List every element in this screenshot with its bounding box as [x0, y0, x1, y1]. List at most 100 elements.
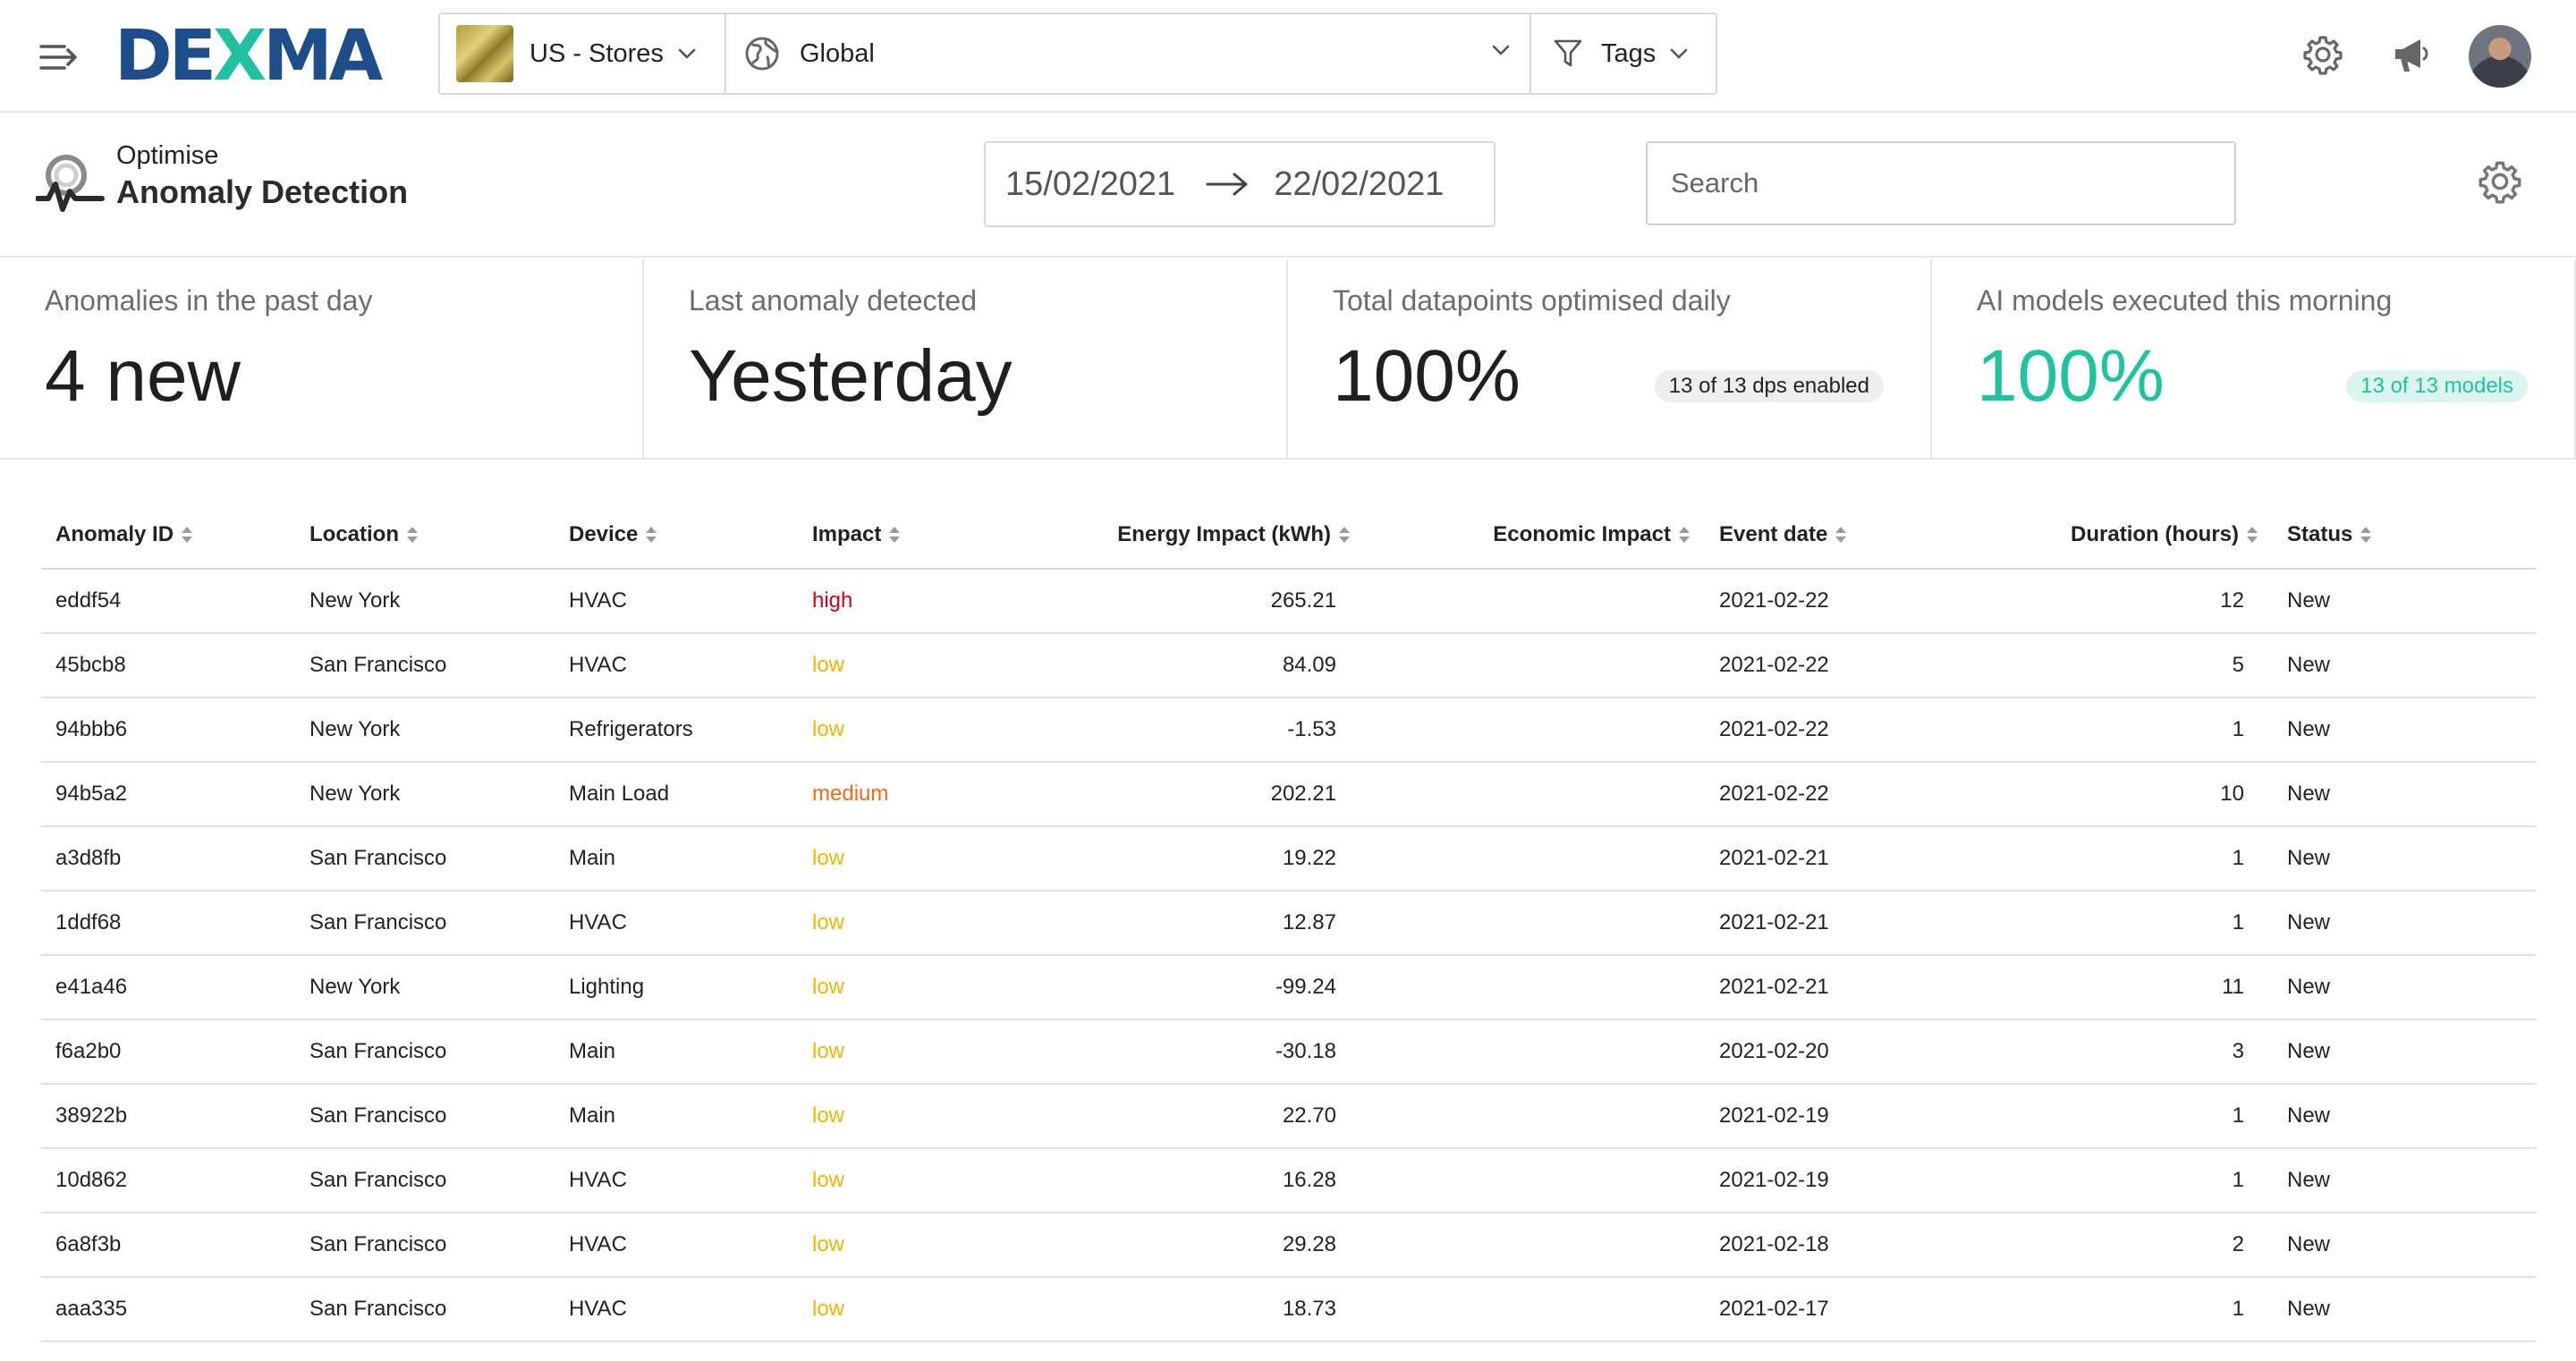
- cell-status: New: [2273, 569, 2537, 634]
- cell-economic-impact: [1365, 762, 1705, 827]
- cell-status: New: [2273, 762, 2537, 827]
- column-header-label: Event date: [1719, 521, 1828, 546]
- cell-status: New: [2273, 1277, 2537, 1342]
- cell-device: Main: [555, 826, 798, 892]
- chevron-down-icon: [678, 48, 696, 59]
- cell-impact: low: [798, 1084, 1066, 1149]
- cell-duration: 10: [2020, 762, 2273, 827]
- organization-dropdown[interactable]: US - Stores: [440, 14, 726, 93]
- cell-location: San Francisco: [295, 891, 555, 956]
- user-avatar[interactable]: [2469, 25, 2531, 88]
- sort-icon[interactable]: [2360, 525, 2372, 545]
- cell-status: New: [2273, 1019, 2537, 1085]
- gear-icon[interactable]: [2478, 159, 2522, 204]
- cell-economic-impact: [1365, 955, 1705, 1020]
- cell-event-date: 2021-02-22: [1705, 697, 2020, 763]
- cell-location: New York: [295, 697, 555, 763]
- sort-icon[interactable]: [645, 525, 657, 545]
- cell-device: HVAC: [555, 1277, 798, 1342]
- sort-icon[interactable]: [406, 525, 419, 545]
- breadcrumb[interactable]: Optimise: [116, 141, 218, 171]
- sort-icon[interactable]: [181, 525, 193, 545]
- table-row[interactable]: 94bbb6 New York Refrigerators low -1.53 2021-…: [41, 697, 2537, 763]
- cell-economic-impact: [1365, 1148, 1705, 1213]
- page-title: Anomaly Detection: [116, 173, 409, 210]
- sort-icon[interactable]: [888, 525, 901, 545]
- cell-anomaly-id: 94b5a2: [41, 762, 295, 827]
- table-row[interactable]: e41a46 New York Lighting low -99.24 2021-02-2…: [41, 955, 2537, 1020]
- table-row[interactable]: a3d8fb San Francisco Main low 19.22 2021-02-2…: [41, 826, 2537, 892]
- menu-collapse-icon[interactable]: [38, 39, 80, 75]
- table-row[interactable]: 10d862 San Francisco HVAC low 16.28 2021-02-1…: [41, 1148, 2537, 1213]
- column-header-label: Impact: [812, 521, 882, 546]
- brand-logo-suffix: MA: [263, 16, 383, 97]
- sort-icon[interactable]: [1338, 525, 1351, 545]
- cell-energy-impact: 16.28: [1066, 1148, 1365, 1213]
- column-header-economic-impact[interactable]: Economic Impact: [1365, 501, 1705, 570]
- column-header-label: Location: [309, 521, 399, 546]
- cell-impact: low: [798, 1148, 1066, 1213]
- cell-device: Refrigerators: [555, 697, 798, 763]
- gear-icon[interactable]: [2302, 34, 2343, 75]
- cell-impact: low: [798, 1277, 1066, 1342]
- column-header-location[interactable]: Location: [295, 501, 555, 570]
- cell-duration: 1: [2020, 1148, 2273, 1213]
- brand-logo-prefix: DE: [114, 16, 216, 97]
- kpi-value: 100%: [1977, 335, 2165, 417]
- cell-location: San Francisco: [295, 1213, 555, 1278]
- cell-device: Lighting: [555, 955, 798, 1020]
- column-header-event-date[interactable]: Event date: [1705, 501, 2020, 570]
- cell-event-date: 2021-02-19: [1705, 1148, 2020, 1213]
- column-header-impact[interactable]: Impact: [798, 501, 1066, 570]
- sort-icon[interactable]: [2246, 525, 2258, 545]
- megaphone-icon[interactable]: [2390, 34, 2431, 75]
- cell-device: HVAC: [555, 1213, 798, 1278]
- column-header-energy-impact[interactable]: Energy Impact (kWh): [1066, 501, 1365, 570]
- column-header-device[interactable]: Device: [555, 501, 798, 570]
- cell-anomaly-id: eddf54: [41, 569, 295, 634]
- date-range-picker[interactable]: 15/02/2021 22/02/2021: [984, 141, 1496, 227]
- brand-logo[interactable]: DEXMA: [114, 16, 383, 97]
- sort-icon[interactable]: [1678, 525, 1690, 545]
- table-row[interactable]: 6a8f3b San Francisco HVAC low 29.28 2021-02-1…: [41, 1213, 2537, 1278]
- cell-status: New: [2273, 891, 2537, 956]
- table-row[interactable]: eddf54 New York HVAC high 265.21 2021-02-22 12…: [41, 569, 2537, 634]
- date-from: 15/02/2021: [1005, 165, 1176, 203]
- table-row[interactable]: f6a2b0 San Francisco Main low -30.18 2021-02-…: [41, 1019, 2537, 1085]
- search-input[interactable]: [1646, 141, 2236, 225]
- column-header-status[interactable]: Status: [2273, 501, 2537, 570]
- cell-energy-impact: 29.28: [1066, 1213, 1365, 1278]
- filter-icon: [1554, 39, 1582, 67]
- sort-icon[interactable]: [1835, 525, 1847, 545]
- column-header-label: Energy Impact (kWh): [1117, 521, 1331, 546]
- column-header-duration[interactable]: Duration (hours): [2020, 501, 2273, 570]
- cell-device: Main: [555, 1019, 798, 1085]
- table-row[interactable]: 45bcb8 San Francisco HVAC low 84.09 2021-02-2…: [41, 633, 2537, 698]
- cell-energy-impact: 18.73: [1066, 1277, 1365, 1342]
- table-row[interactable]: 38922b San Francisco Main low 22.70 2021-02-1…: [41, 1084, 2537, 1149]
- cell-anomaly-id: e41a46: [41, 955, 295, 1020]
- cell-anomaly-id: 1ddf68: [41, 891, 295, 956]
- kpi-card-last-anomaly: Last anomaly detected Yesterday: [644, 259, 1288, 458]
- cell-location: San Francisco: [295, 1019, 555, 1085]
- cell-anomaly-id: 6a8f3b: [41, 1213, 295, 1278]
- cell-economic-impact: [1365, 569, 1705, 634]
- table-row[interactable]: 94b5a2 New York Main Load medium 202.21 2021-…: [41, 762, 2537, 827]
- cell-economic-impact: [1365, 826, 1705, 892]
- cell-device: HVAC: [555, 1148, 798, 1213]
- column-header-anomaly-id[interactable]: Anomaly ID: [41, 501, 295, 570]
- table-row[interactable]: 1ddf68 San Francisco HVAC low 12.87 2021-02-2…: [41, 891, 2537, 956]
- cell-event-date: 2021-02-22: [1705, 762, 2020, 827]
- kpi-label: AI models executed this morning: [1977, 284, 2393, 317]
- kpi-label: Total datapoints optimised daily: [1333, 284, 1731, 317]
- cell-location: San Francisco: [295, 826, 555, 892]
- cell-location: San Francisco: [295, 1084, 555, 1149]
- tags-filter-dropdown[interactable]: Tags: [1531, 14, 1716, 93]
- cell-device: HVAC: [555, 633, 798, 698]
- cell-impact: low: [798, 891, 1066, 956]
- location-dropdown[interactable]: Global: [726, 14, 1531, 93]
- kpi-label: Last anomaly detected: [689, 284, 977, 317]
- table-row[interactable]: aaa335 San Francisco HVAC low 18.73 2021-02-1…: [41, 1277, 2537, 1342]
- cell-anomaly-id: f6a2b0: [41, 1019, 295, 1085]
- cell-status: New: [2273, 697, 2537, 763]
